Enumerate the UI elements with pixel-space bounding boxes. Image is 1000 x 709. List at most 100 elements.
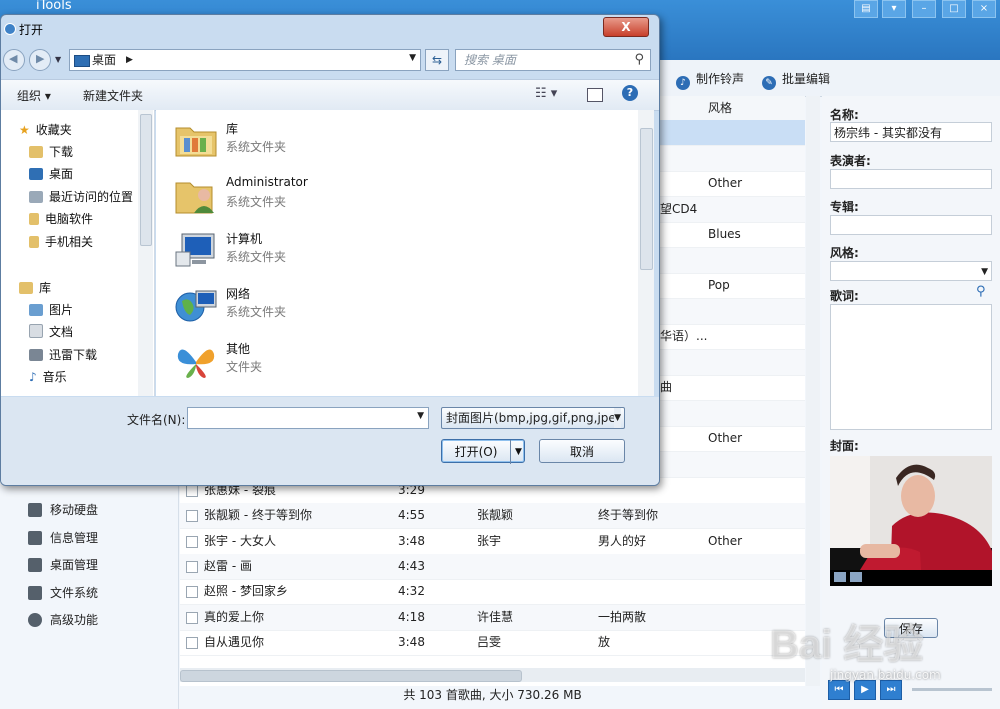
address-segment-desktop[interactable]: 桌面 [92, 52, 116, 68]
name-field[interactable]: 杨宗纬 - 其实都没有 [830, 122, 992, 142]
lyrics-field[interactable] [830, 304, 992, 430]
open-options-icon[interactable]: ▼ [510, 440, 526, 464]
file-list-scroll-thumb[interactable] [640, 128, 653, 270]
menu-icon[interactable]: ▾ [882, 0, 906, 18]
preview-pane-icon[interactable] [587, 88, 603, 102]
help-icon[interactable]: ? [622, 85, 638, 101]
genre-label: 风格: [830, 246, 859, 260]
song-count-status: 共 103 首歌曲, 大小 730.26 MB [403, 688, 582, 702]
dialog-app-icon [4, 23, 16, 35]
genre-column-header[interactable]: 风格 [708, 96, 732, 120]
refresh-button[interactable]: ⇆ [425, 49, 449, 71]
batch-edit-button[interactable]: ✎ 批量编辑 [762, 70, 830, 90]
nav-item-thunder-downloads[interactable]: 迅雷下载 [29, 345, 97, 365]
nav-item-pc-software[interactable]: 电脑软件 [29, 209, 93, 229]
album-cell: 终于等到你 [598, 508, 659, 523]
address-dropdown-icon[interactable]: ▼ [409, 53, 416, 63]
forward-button[interactable]: ▶ [29, 49, 51, 71]
view-options-icon[interactable]: ☷ ▾ [535, 86, 557, 101]
nav-libraries[interactable]: 库 [19, 278, 51, 298]
row-checkbox[interactable] [186, 636, 198, 649]
file-item-computer[interactable]: 计算机 系统文件夹 [174, 226, 474, 274]
file-name: 计算机 [226, 232, 263, 246]
filename-input[interactable]: ▼ [187, 407, 429, 429]
close-dialog-button[interactable]: X [603, 17, 649, 37]
make-ringtone-button[interactable]: ♪ 制作铃声 [676, 70, 744, 90]
close-app-icon[interactable]: × [972, 0, 996, 18]
nav-item-pictures[interactable]: 图片 [29, 300, 73, 320]
row-checkbox[interactable] [186, 535, 198, 548]
genre-select[interactable]: ▼ [830, 261, 992, 281]
play-icon[interactable]: ▶ [854, 680, 876, 700]
time-cell: 3:48 [398, 533, 425, 548]
app-title: iTools [36, 0, 72, 13]
album-field[interactable] [830, 215, 992, 235]
sidebar-item-advanced[interactable]: 高级功能 [28, 610, 98, 630]
chevron-down-icon: ▼ [981, 267, 988, 277]
file-item-library[interactable]: 库 系统文件夹 [174, 116, 474, 164]
chevron-down-icon[interactable]: ▼ [417, 411, 424, 421]
album-cell: 华语）... [660, 329, 708, 343]
nav-favorites[interactable]: ★ 收藏夹 [19, 120, 72, 140]
desktop-icon [29, 168, 43, 180]
table-row[interactable]: 赵雷 - 画 4:43 [180, 553, 805, 580]
back-button[interactable]: ◀ [3, 49, 25, 71]
genre-cell: Blues [708, 227, 741, 241]
nav-item-music[interactable]: ♪ 音乐 [29, 367, 67, 387]
nav-item-desktop[interactable]: 桌面 [29, 164, 73, 184]
maximize-icon[interactable]: □ [942, 0, 966, 18]
row-checkbox[interactable] [186, 586, 198, 599]
row-checkbox[interactable] [186, 611, 198, 624]
table-row[interactable]: 张宇 - 大女人 3:48 张宇 男人的好 Other [180, 529, 805, 555]
album-label: 专辑: [830, 200, 859, 214]
file-type: 系统文件夹 [226, 305, 287, 319]
nav-item-documents[interactable]: 文档 [29, 322, 73, 342]
file-type-filter[interactable]: 封面图片(bmp,jpg,gif,png,jpe ▼ [441, 407, 625, 429]
navigation-scrollbar[interactable] [138, 110, 153, 396]
song-list-hscroll[interactable] [180, 668, 805, 682]
nav-item-downloads[interactable]: 下载 [29, 142, 73, 162]
row-checkbox[interactable] [186, 560, 198, 573]
nav-item-recent[interactable]: 最近访问的位置 [29, 187, 133, 207]
row-checkbox[interactable] [186, 485, 198, 497]
row-checkbox[interactable] [186, 510, 198, 523]
search-icon[interactable]: ⚲ [976, 284, 986, 299]
table-row[interactable]: 自从遇见你 3:48 吕雯 放 [180, 630, 805, 656]
file-item-other[interactable]: 其他 文件夹 [174, 336, 474, 384]
song-list-vscroll[interactable] [806, 96, 820, 686]
table-row[interactable]: 真的爱上你 4:18 许佳慧 一拍两散 [180, 604, 805, 631]
volume-slider[interactable] [912, 688, 992, 691]
refresh-icon: ⇆ [431, 53, 443, 67]
cover-label: 封面: [830, 439, 859, 453]
baidu-watermark-url: jingyan.baidu.com [830, 668, 941, 682]
msn-butterfly-icon [177, 349, 215, 378]
table-row[interactable]: 赵照 - 梦回家乡 4:32 [180, 579, 805, 606]
previous-icon[interactable]: ⏮ [828, 680, 850, 700]
file-list-scrollbar[interactable] [638, 110, 654, 396]
hscroll-thumb[interactable] [180, 670, 522, 682]
open-button[interactable]: 打开(O) ▼ [441, 439, 526, 464]
search-input[interactable]: 搜索 桌面 ⚲ [455, 49, 651, 71]
nav-item-phone[interactable]: 手机相关 [29, 232, 93, 252]
organize-menu[interactable]: 组织 ▾ [17, 87, 51, 104]
sidebar-item-info[interactable]: 信息管理 [28, 528, 98, 548]
sidebar-item-desktop[interactable]: 桌面管理 [28, 555, 98, 575]
search-icon[interactable]: ⚲ [634, 50, 644, 70]
next-icon[interactable]: ⏭ [880, 680, 902, 700]
edit-icon: ✎ [762, 76, 776, 90]
breadcrumb-chevron-icon[interactable]: ▶ [126, 52, 133, 68]
navigation-scroll-thumb[interactable] [140, 114, 152, 246]
new-folder-button[interactable]: 新建文件夹 [83, 87, 143, 104]
file-item-administrator[interactable]: Administrator 系统文件夹 [174, 171, 474, 219]
cancel-button[interactable]: 取消 [539, 439, 625, 463]
sidebar-item-filesystem[interactable]: 文件系统 [28, 583, 98, 603]
desktop-icon [28, 558, 42, 572]
performer-field[interactable] [830, 169, 992, 189]
table-row[interactable]: 张靓颖 - 终于等到你 4:55 张靓颖 终于等到你 [180, 503, 805, 530]
file-item-network[interactable]: 网络 系统文件夹 [174, 281, 474, 329]
sidebar-item-drive[interactable]: 移动硬盘 [28, 500, 98, 520]
history-dropdown-icon[interactable]: ▼ [55, 55, 61, 64]
feedback-icon[interactable]: ▤ [854, 0, 878, 18]
address-bar[interactable]: 桌面 ▶ ▼ [69, 49, 421, 71]
minimize-icon[interactable]: – [912, 0, 936, 18]
